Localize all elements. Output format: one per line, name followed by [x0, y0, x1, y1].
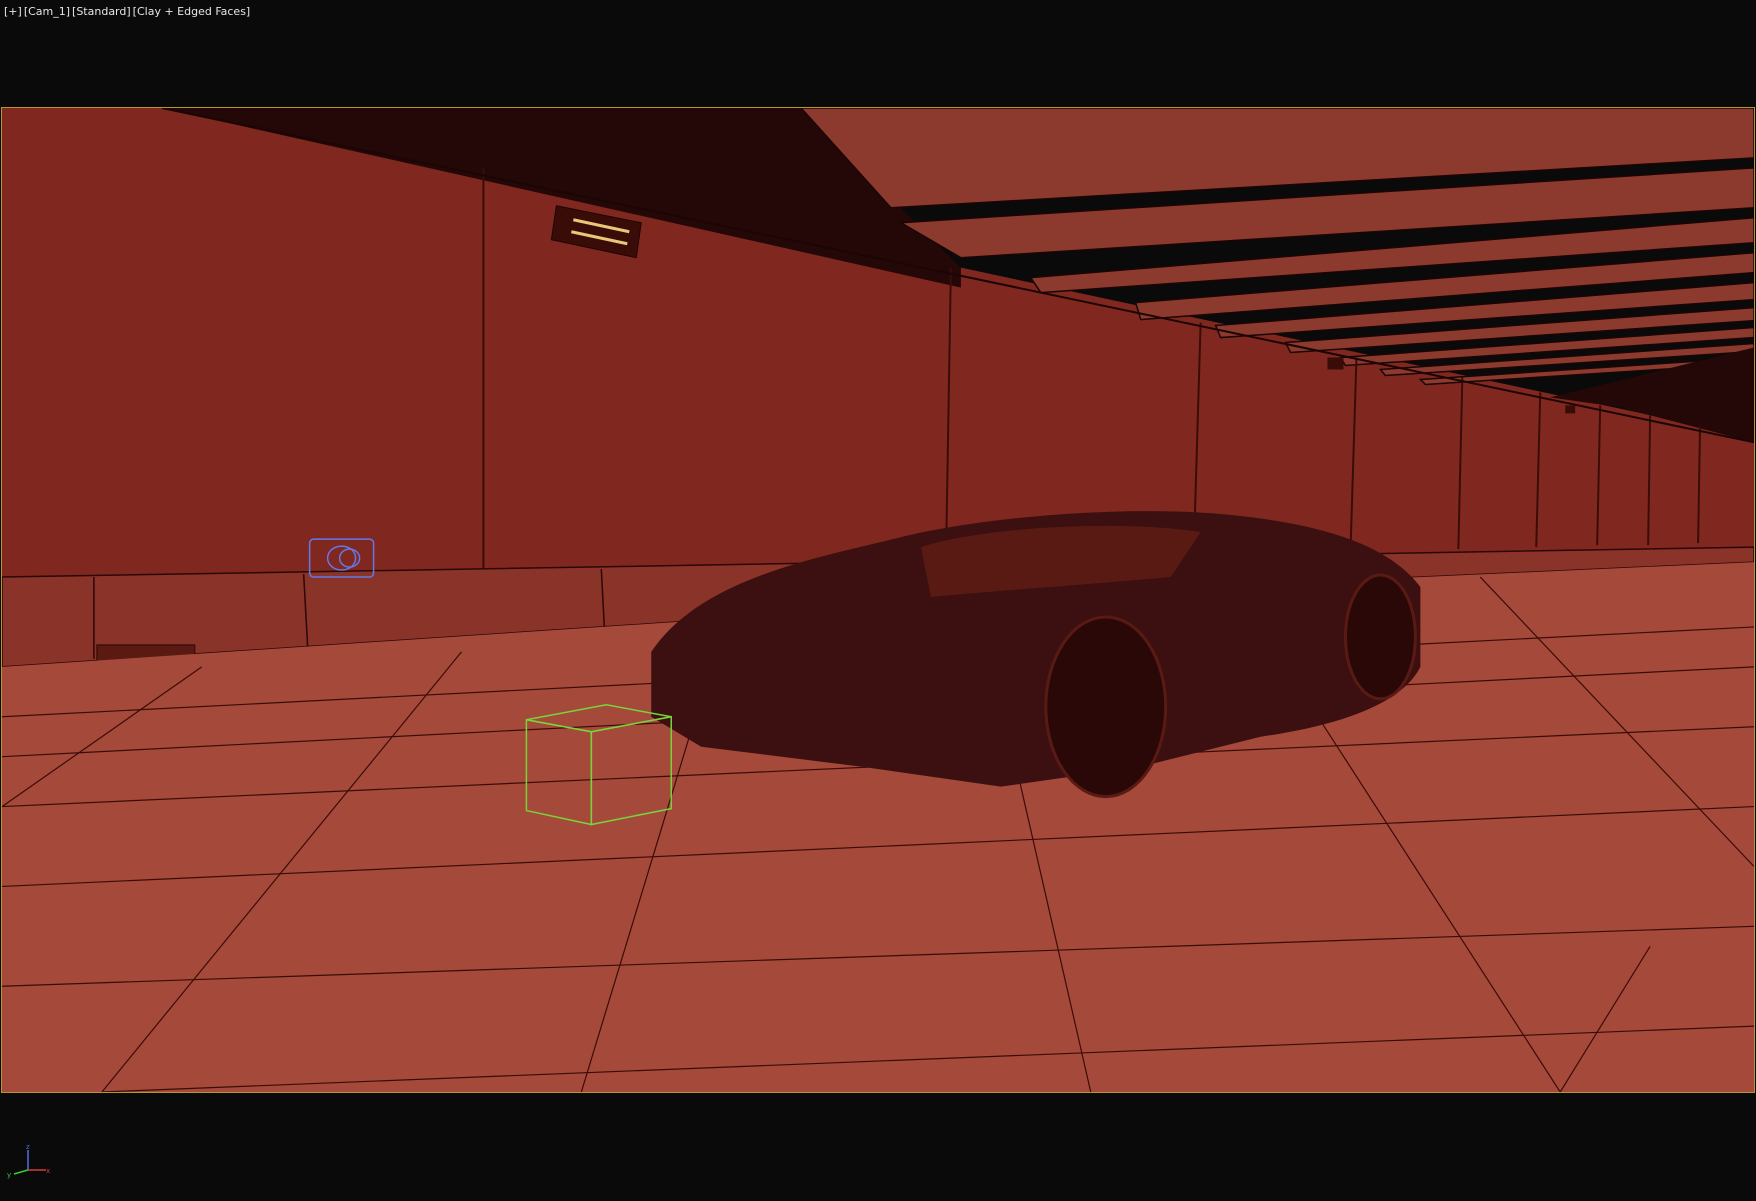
- viewport-label: [+] [Cam_1] [Standard] [Clay + Edged Fac…: [4, 5, 250, 21]
- camera-selector[interactable]: [Cam_1]: [24, 5, 70, 21]
- axis-x-label: x: [46, 1167, 50, 1175]
- display-mode-selector[interactable]: [Clay + Edged Faces]: [133, 5, 251, 21]
- wall-light-small: [1327, 357, 1344, 370]
- axis-y-label: y: [7, 1171, 11, 1179]
- axis-gizmo: z x y: [7, 1143, 50, 1179]
- camera-safe-frame[interactable]: [1, 107, 1755, 1093]
- viewport-menu-button[interactable]: [+]: [4, 5, 22, 21]
- axis-z-label: z: [26, 1143, 30, 1151]
- viewport-scene[interactable]: [2, 108, 1754, 1092]
- wall-light-distant: [1565, 405, 1576, 414]
- rear-wheel: [1343, 573, 1417, 701]
- front-wheel: [1044, 615, 1168, 799]
- shading-mode-selector[interactable]: [Standard]: [72, 5, 131, 21]
